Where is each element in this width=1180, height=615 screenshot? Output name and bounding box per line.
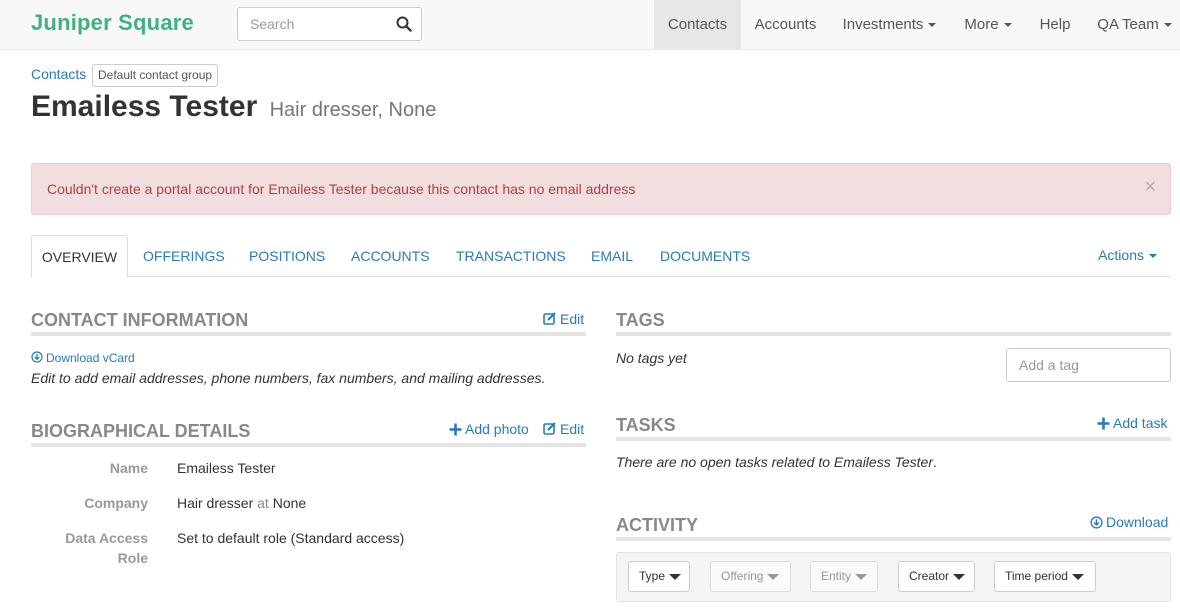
chevron-down-icon: [928, 23, 937, 28]
download-icon: [31, 351, 43, 363]
tab-overview[interactable]: OVERVIEW: [31, 235, 128, 278]
activity-filter-bar: Type Offering Entity Creator Time period: [616, 552, 1171, 602]
chevron-down-icon: [1003, 23, 1012, 28]
filter-time-period-dropdown[interactable]: Time period: [994, 561, 1096, 592]
nav-help[interactable]: Help: [1031, 0, 1079, 49]
chevron-down-icon: [1163, 23, 1172, 28]
nav-accounts[interactable]: Accounts: [743, 0, 828, 49]
brand-logo[interactable]: Juniper Square: [31, 10, 194, 36]
breadcrumb-contacts[interactable]: Contacts: [31, 66, 86, 82]
add-photo-button[interactable]: Add photo: [449, 421, 529, 437]
filter-entity-dropdown[interactable]: Entity: [810, 561, 878, 592]
contact-group-badge: Default contact group: [92, 64, 219, 87]
tags-heading: TAGS: [616, 310, 665, 330]
tab-accounts[interactable]: ACCOUNTS: [351, 235, 430, 277]
edit-icon: [543, 422, 556, 435]
data-access-role-value: Set to default role (Standard access): [177, 530, 405, 546]
nav-contacts[interactable]: Contacts: [654, 0, 741, 49]
plus-icon: [449, 423, 462, 436]
search-box: [237, 7, 422, 41]
edit-icon: [543, 312, 556, 325]
name-label: Name: [109, 460, 148, 476]
top-navbar: Juniper Square Contacts Accounts Investm…: [0, 0, 1180, 50]
section-divider: [616, 437, 1171, 441]
page-title: Emailess Tester Hair dresser, None: [31, 90, 436, 124]
chevron-down-icon: [767, 573, 780, 580]
add-tag-input[interactable]: [1007, 349, 1170, 381]
tab-bar: OVERVIEW OFFERINGS POSITIONS ACCOUNTS TR…: [31, 235, 1171, 278]
section-divider: [31, 443, 586, 447]
tasks-heading: TASKS: [616, 415, 676, 435]
tab-documents[interactable]: DOCUMENTS: [660, 235, 750, 277]
company-label: Company: [84, 495, 148, 511]
section-divider: [616, 332, 1171, 336]
company-value: Hair dresser at None: [177, 495, 307, 511]
contact-name: Emailess Tester: [31, 90, 258, 123]
chevron-down-icon: [1071, 573, 1084, 580]
data-access-role-label: Data Access Role: [65, 530, 148, 566]
actions-dropdown[interactable]: Actions: [1098, 235, 1157, 277]
no-tasks-text: There are no open tasks related to Email…: [616, 454, 937, 470]
filter-creator-dropdown[interactable]: Creator: [898, 561, 975, 592]
activity-download-link[interactable]: Download: [1090, 514, 1168, 530]
download-icon: [1090, 516, 1103, 529]
plus-icon: [1097, 417, 1110, 430]
filter-type-dropdown[interactable]: Type: [628, 561, 690, 592]
contact-info-heading: CONTACT INFORMATION: [31, 310, 249, 330]
tab-offerings[interactable]: OFFERINGS: [143, 235, 225, 277]
tab-transactions[interactable]: TRANSACTIONS: [456, 235, 566, 277]
search-icon[interactable]: [396, 16, 412, 32]
bio-edit-button[interactable]: Edit: [543, 421, 584, 437]
nav-user-menu[interactable]: QA Team: [1089, 0, 1180, 49]
search-input[interactable]: [238, 8, 388, 40]
download-vcard-link[interactable]: Download vCard: [31, 351, 135, 365]
bio-heading: BIOGRAPHICAL DETAILS: [31, 421, 251, 441]
no-tags-text: No tags yet: [616, 350, 687, 366]
chevron-down-icon: [1149, 254, 1157, 259]
contact-subtitle: Hair dresser, None: [269, 99, 437, 121]
tab-email[interactable]: EMAIL: [591, 235, 633, 277]
alert-message: Couldn't create a portal account for Ema…: [47, 181, 636, 197]
nav-more[interactable]: More: [955, 0, 1021, 49]
section-divider: [616, 537, 1171, 541]
nav-investments[interactable]: Investments: [834, 0, 945, 49]
chevron-down-icon: [953, 573, 966, 580]
add-task-button[interactable]: Add task: [1097, 415, 1167, 431]
filter-offering-dropdown[interactable]: Offering: [710, 561, 791, 592]
section-divider: [31, 332, 586, 336]
contact-info-edit-button[interactable]: Edit: [543, 311, 584, 327]
close-icon[interactable]: ×: [1144, 177, 1156, 197]
name-value: Emailess Tester: [177, 460, 276, 476]
chevron-down-icon: [669, 573, 682, 580]
activity-heading: ACTIVITY: [616, 515, 699, 535]
add-tag-box: [1006, 348, 1171, 382]
error-alert: Couldn't create a portal account for Ema…: [31, 163, 1171, 215]
chevron-down-icon: [855, 573, 868, 580]
contact-info-note: Edit to add email addresses, phone numbe…: [31, 370, 546, 386]
tab-positions[interactable]: POSITIONS: [249, 235, 325, 277]
